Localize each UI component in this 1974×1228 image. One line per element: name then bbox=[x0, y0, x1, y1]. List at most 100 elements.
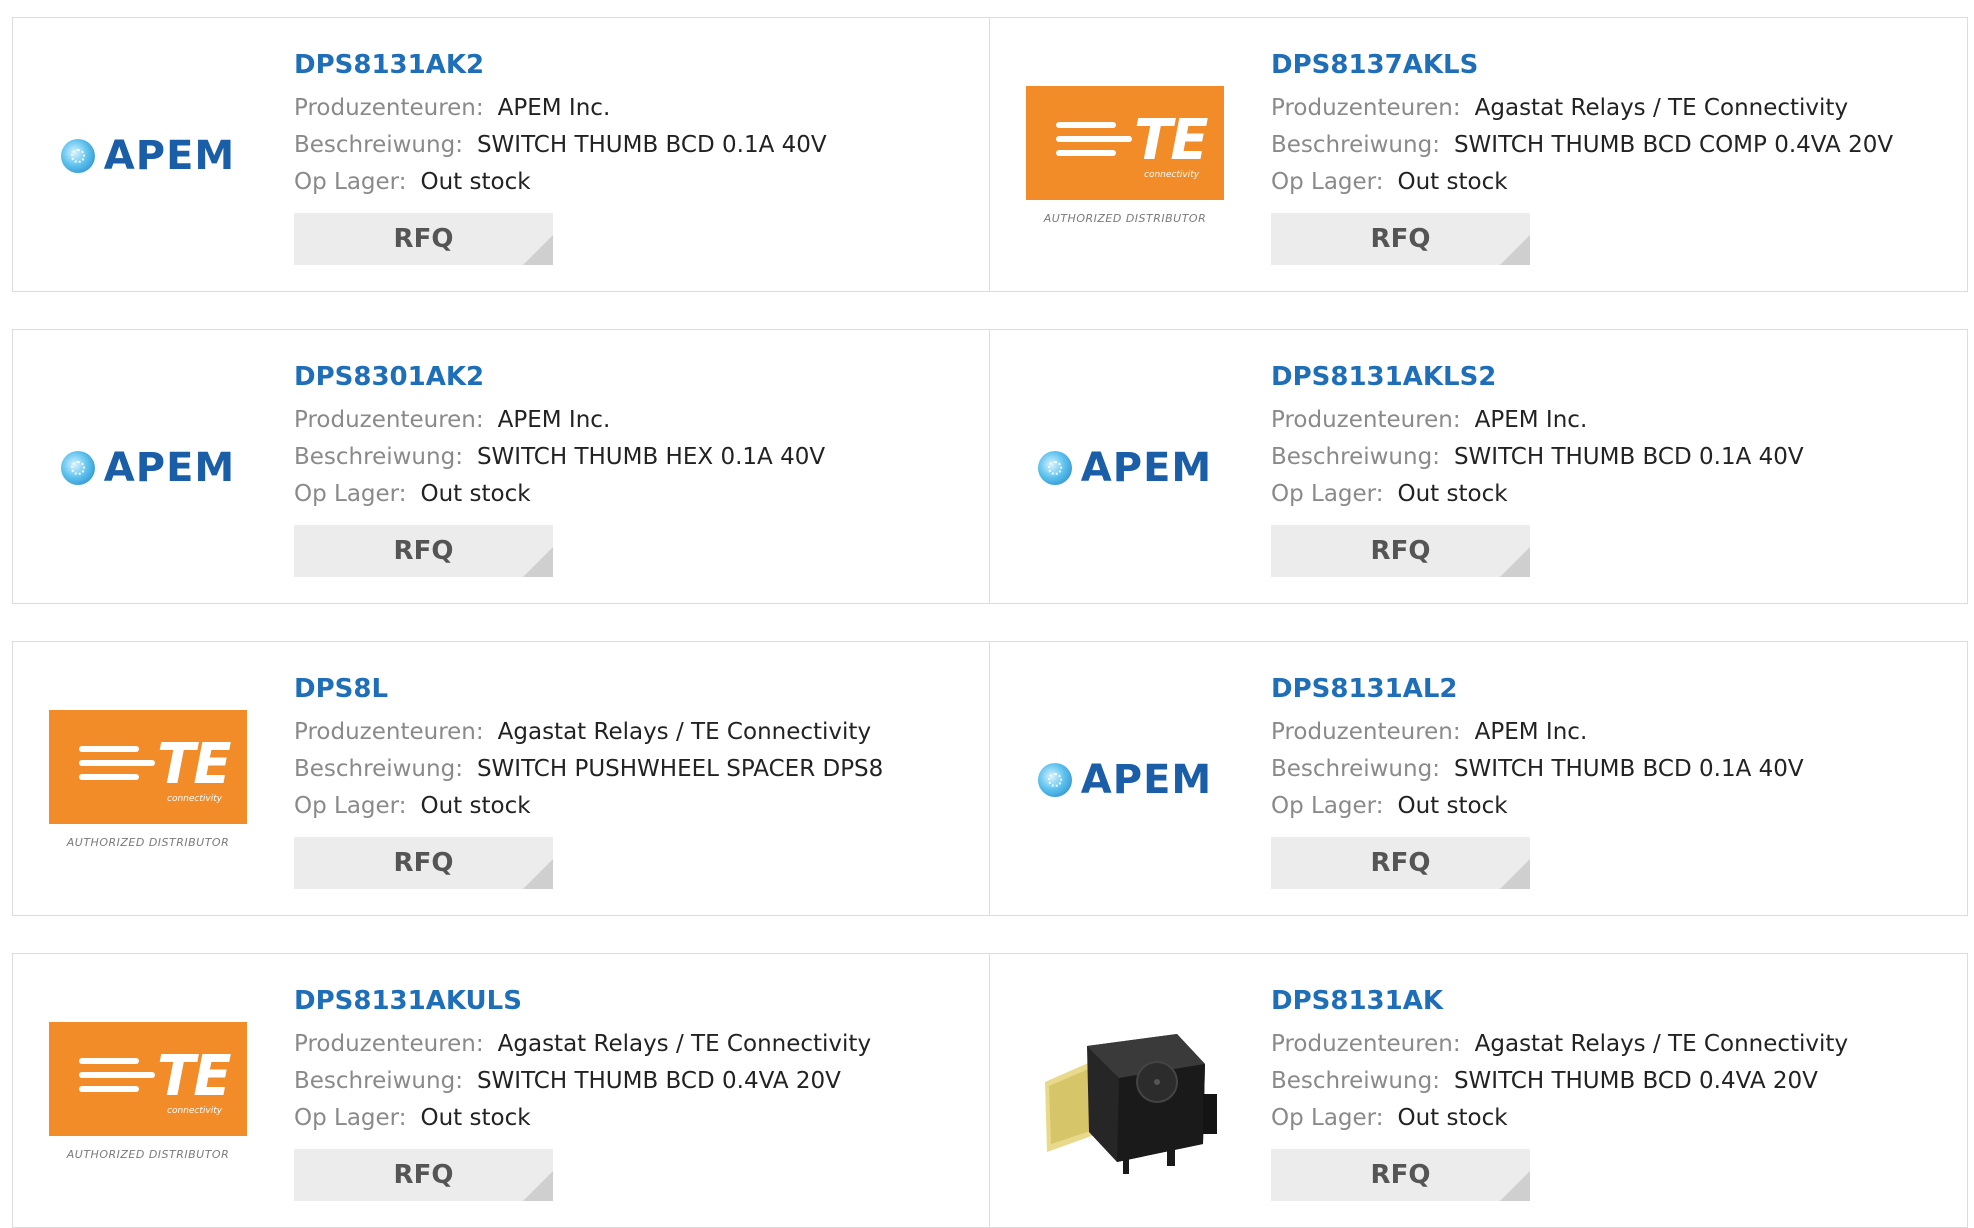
authorized-distributor-caption: AUTHORIZED DISTRIBUTOR bbox=[1043, 212, 1207, 225]
stock-row: Op Lager: Out stock bbox=[1271, 1100, 1848, 1137]
part-number-link[interactable]: DPS8131AKULS bbox=[294, 984, 871, 1018]
rfq-button[interactable]: RFQ bbox=[1271, 525, 1530, 577]
rfq-label: RFQ bbox=[393, 536, 454, 566]
stock-label: Op Lager: bbox=[294, 793, 407, 819]
te-logo-subtext: connectivity bbox=[167, 1106, 223, 1116]
product-card: TE connectivity AUTHORIZED DISTRIBUTOR D… bbox=[12, 953, 990, 1228]
apem-logo-text: APEM bbox=[1080, 444, 1213, 491]
description-row: Beschreiwung: SWITCH THUMB BCD 0.1A 40V bbox=[1271, 439, 1804, 476]
rfq-label: RFQ bbox=[1370, 536, 1431, 566]
stock-row: Op Lager: Out stock bbox=[294, 476, 825, 513]
stock-value: Out stock bbox=[420, 481, 531, 507]
stock-row: Op Lager: Out stock bbox=[294, 788, 883, 825]
rfq-label: RFQ bbox=[1370, 224, 1431, 254]
manufacturer-value: Agastat Relays / TE Connectivity bbox=[497, 1031, 872, 1057]
description-row: Beschreiwung: SWITCH THUMB BCD COMP 0.4VA… bbox=[1271, 127, 1893, 164]
corner-fold-icon bbox=[523, 859, 553, 889]
description-label: Beschreiwung: bbox=[294, 132, 463, 158]
part-number-link[interactable]: DPS8137AKLS bbox=[1271, 48, 1893, 82]
rfq-button[interactable]: RFQ bbox=[1271, 1149, 1530, 1201]
corner-fold-icon bbox=[523, 547, 553, 577]
part-number-link[interactable]: DPS8131AK2 bbox=[294, 48, 827, 82]
manufacturer-row: Produzenteuren: Agastat Relays / TE Conne… bbox=[1271, 1026, 1848, 1063]
part-number-link[interactable]: DPS8L bbox=[294, 672, 883, 706]
description-value: SWITCH THUMB BCD COMP 0.4VA 20V bbox=[1453, 132, 1894, 158]
product-info: DPS8131AK2 Produzenteuren: APEM Inc. Besc… bbox=[294, 48, 827, 265]
description-label: Beschreiwung: bbox=[1271, 132, 1440, 158]
product-grid: APEM DPS8131AK2 Produzenteuren: APEM Inc.… bbox=[12, 17, 1968, 1228]
apem-logo-text: APEM bbox=[103, 444, 236, 491]
product-info: DPS8301AK2 Produzenteuren: APEM Inc. Besc… bbox=[294, 360, 825, 577]
stock-row: Op Lager: Out stock bbox=[1271, 164, 1893, 201]
rfq-label: RFQ bbox=[393, 224, 454, 254]
description-value: SWITCH THUMB BCD 0.1A 40V bbox=[1453, 756, 1804, 782]
rfq-button[interactable]: RFQ bbox=[294, 525, 553, 577]
manufacturer-logo bbox=[1025, 974, 1225, 1209]
manufacturer-label: Produzenteuren: bbox=[1271, 407, 1461, 433]
description-value: SWITCH THUMB BCD 0.4VA 20V bbox=[1453, 1068, 1818, 1094]
product-photo bbox=[1027, 993, 1223, 1190]
description-value: SWITCH THUMB BCD 0.1A 40V bbox=[1453, 444, 1804, 470]
te-logo-subtext: connectivity bbox=[167, 794, 223, 804]
product-card: APEM DPS8131AL2 Produzenteuren: APEM Inc.… bbox=[990, 641, 1968, 916]
product-card: APEM DPS8131AK2 Produzenteuren: APEM Inc.… bbox=[12, 17, 990, 292]
rfq-button[interactable]: RFQ bbox=[1271, 213, 1530, 265]
manufacturer-row: Produzenteuren: Agastat Relays / TE Conne… bbox=[294, 714, 883, 751]
product-card: TE connectivity AUTHORIZED DISTRIBUTOR D… bbox=[12, 641, 990, 916]
manufacturer-logo: APEM bbox=[1025, 350, 1225, 585]
manufacturer-value: APEM Inc. bbox=[497, 407, 611, 433]
product-card: APEM DPS8301AK2 Produzenteuren: APEM Inc.… bbox=[12, 329, 990, 604]
stock-value: Out stock bbox=[420, 169, 531, 195]
te-logo-box: TE connectivity bbox=[1026, 86, 1224, 200]
manufacturer-logo: TE connectivity AUTHORIZED DISTRIBUTOR bbox=[48, 662, 248, 897]
corner-fold-icon bbox=[1500, 859, 1530, 889]
manufacturer-row: Produzenteuren: APEM Inc. bbox=[294, 90, 827, 127]
description-row: Beschreiwung: SWITCH THUMB BCD 0.1A 40V bbox=[294, 127, 827, 164]
rfq-button[interactable]: RFQ bbox=[1271, 837, 1530, 889]
authorized-distributor-caption: AUTHORIZED DISTRIBUTOR bbox=[66, 836, 230, 849]
product-info: DPS8L Produzenteuren: Agastat Relays / TE… bbox=[294, 672, 883, 889]
apem-logo: APEM bbox=[1037, 757, 1212, 803]
part-number-link[interactable]: DPS8131AL2 bbox=[1271, 672, 1804, 706]
apem-logo: APEM bbox=[1037, 444, 1213, 491]
stock-label: Op Lager: bbox=[294, 481, 407, 507]
rfq-button[interactable]: RFQ bbox=[294, 837, 553, 889]
stock-label: Op Lager: bbox=[1271, 169, 1384, 195]
part-number-link[interactable]: DPS8301AK2 bbox=[294, 360, 825, 394]
description-row: Beschreiwung: SWITCH THUMB BCD 0.4VA 20V bbox=[1271, 1063, 1848, 1100]
part-number-link[interactable]: DPS8131AKLS2 bbox=[1271, 360, 1804, 394]
manufacturer-label: Produzenteuren: bbox=[294, 1031, 484, 1057]
corner-fold-icon bbox=[523, 235, 553, 265]
te-stripes-icon bbox=[79, 746, 155, 788]
rfq-button[interactable]: RFQ bbox=[294, 213, 553, 265]
rfq-label: RFQ bbox=[1370, 1160, 1431, 1190]
manufacturer-logo: TE connectivity AUTHORIZED DISTRIBUTOR bbox=[1025, 38, 1225, 273]
part-number-link[interactable]: DPS8131AK bbox=[1271, 984, 1848, 1018]
manufacturer-value: APEM Inc. bbox=[1474, 719, 1588, 745]
manufacturer-label: Produzenteuren: bbox=[294, 407, 484, 433]
te-logo: TE connectivity AUTHORIZED DISTRIBUTOR bbox=[49, 1022, 247, 1161]
te-logo-box: TE connectivity bbox=[49, 1022, 247, 1136]
rfq-label: RFQ bbox=[393, 1160, 454, 1190]
stock-value: Out stock bbox=[420, 793, 531, 819]
te-logo-box: TE connectivity bbox=[49, 710, 247, 824]
apem-logo-text: APEM bbox=[103, 132, 236, 179]
description-label: Beschreiwung: bbox=[1271, 444, 1440, 470]
description-label: Beschreiwung: bbox=[294, 1068, 463, 1094]
te-logo: TE connectivity AUTHORIZED DISTRIBUTOR bbox=[1026, 86, 1224, 225]
stock-value: Out stock bbox=[1397, 793, 1508, 819]
manufacturer-value: APEM Inc. bbox=[1474, 407, 1588, 433]
apem-logo: APEM bbox=[60, 444, 236, 491]
manufacturer-value: Agastat Relays / TE Connectivity bbox=[1474, 95, 1849, 121]
stock-value: Out stock bbox=[420, 1105, 531, 1131]
stock-label: Op Lager: bbox=[1271, 481, 1384, 507]
rfq-button[interactable]: RFQ bbox=[294, 1149, 553, 1201]
stock-label: Op Lager: bbox=[1271, 793, 1384, 819]
apem-emblem-icon bbox=[1037, 450, 1072, 485]
manufacturer-value: APEM Inc. bbox=[497, 95, 611, 121]
manufacturer-logo: APEM bbox=[1025, 662, 1225, 897]
description-value: SWITCH THUMB HEX 0.1A 40V bbox=[476, 444, 826, 470]
corner-fold-icon bbox=[523, 1171, 553, 1201]
manufacturer-value: Agastat Relays / TE Connectivity bbox=[497, 719, 872, 745]
authorized-distributor-caption: AUTHORIZED DISTRIBUTOR bbox=[66, 1148, 230, 1161]
